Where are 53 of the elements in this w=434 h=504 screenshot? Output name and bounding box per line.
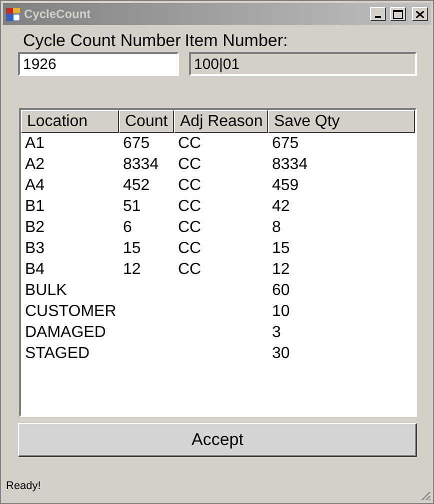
column-header[interactable]: Adj Reason xyxy=(174,110,268,133)
window-title: CycleCount xyxy=(24,7,92,21)
table-cell-text: CC xyxy=(177,260,202,280)
accept-button[interactable]: Accept xyxy=(18,423,417,457)
minimize-button[interactable] xyxy=(370,7,386,21)
table-cell-text: 8 xyxy=(271,218,282,238)
table-cell-text: CC xyxy=(177,155,202,175)
table-cell-text: DAMAGED xyxy=(24,323,107,343)
table-cell-text: 15 xyxy=(271,239,291,259)
column-header[interactable]: Location xyxy=(21,110,119,133)
resize-grip-icon[interactable] xyxy=(420,490,431,501)
table-cell-text: 452 xyxy=(122,176,151,196)
table-cell-text: CC xyxy=(177,218,202,238)
status-text: Ready! xyxy=(5,479,42,492)
close-button[interactable] xyxy=(412,7,428,21)
table-cell-text: CC xyxy=(177,239,202,259)
table-cell-text: B2 xyxy=(24,218,46,238)
table-cell-text: STAGED xyxy=(24,344,91,364)
table-cell-text: B4 xyxy=(24,260,46,280)
table-cell-text: 459 xyxy=(271,176,300,196)
table-cell-text: 51 xyxy=(122,197,142,217)
column-header[interactable]: Save Qty xyxy=(268,110,415,133)
table-cell-text: B1 xyxy=(24,197,46,217)
table-cell-text: 675 xyxy=(122,134,151,154)
table-cell-text: 12 xyxy=(122,260,142,280)
table-cell-text: 30 xyxy=(271,344,291,364)
field-label: Cycle Count Number xyxy=(23,31,181,51)
maximize-icon xyxy=(393,10,403,18)
column-header[interactable]: Count xyxy=(119,110,174,133)
table-cell-text: BULK xyxy=(24,281,68,301)
input-field[interactable]: 1926 xyxy=(18,52,179,76)
table-cell-text: 42 xyxy=(271,197,291,217)
table-cell-text: 6 xyxy=(122,218,133,238)
field-label: Item Number: xyxy=(184,31,288,51)
table-cell-text: 10 xyxy=(271,302,291,322)
table-cell-text: CC xyxy=(177,176,202,196)
table-cell-text: 8334 xyxy=(271,155,309,175)
table-cell-text: A2 xyxy=(24,155,46,175)
table-cell-text: CC xyxy=(177,197,202,217)
table-cell-text: 8334 xyxy=(122,155,160,175)
app-icon xyxy=(6,8,20,20)
table-cell-text: 3 xyxy=(271,323,282,343)
close-icon xyxy=(416,10,424,18)
table-cell-text: A1 xyxy=(24,134,46,154)
table-cell-text: B3 xyxy=(24,239,46,259)
table-cell-text: 15 xyxy=(122,239,142,259)
maximize-button[interactable] xyxy=(390,7,406,21)
table-cell-text: CC xyxy=(177,134,202,154)
table-cell-text: 12 xyxy=(271,260,291,280)
table-cell-text: CUSTOMER xyxy=(24,302,118,322)
table-cell-text: 675 xyxy=(271,134,300,154)
table-cell-text: 60 xyxy=(271,281,291,301)
table-cell-text: A4 xyxy=(24,176,46,196)
